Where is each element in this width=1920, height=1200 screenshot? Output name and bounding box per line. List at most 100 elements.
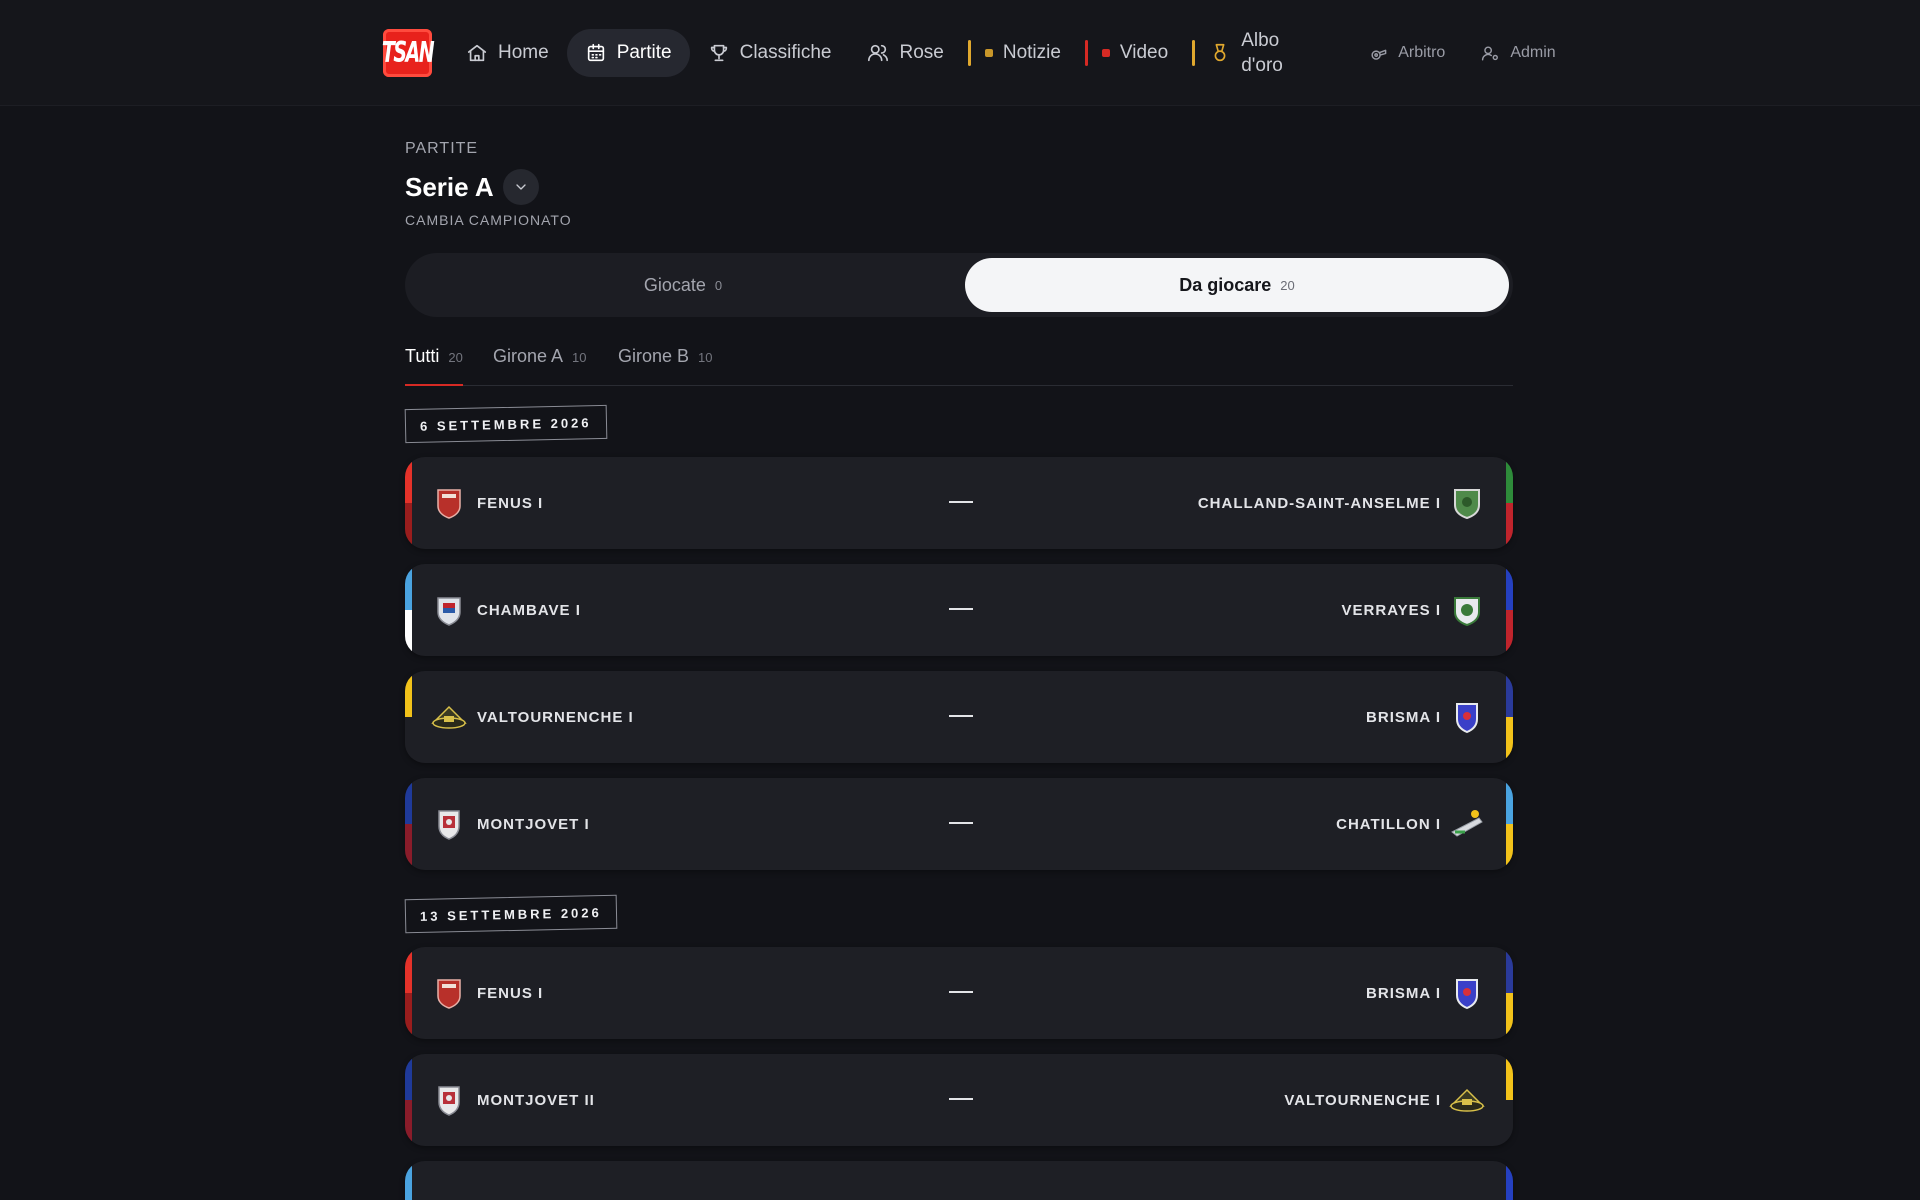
away-crest-icon bbox=[1449, 592, 1485, 628]
filter-tutti[interactable]: Tutti 20 bbox=[405, 346, 463, 386]
group-filter-tabs: Tutti 20 Girone A 10 Girone B 10 bbox=[405, 340, 1513, 386]
home-team-name: MONTJOVET I bbox=[477, 815, 590, 833]
away-team-name: BRISMA I bbox=[1366, 708, 1441, 726]
nav-inner: TSAN Home Partite Classifiche Rose Notiz… bbox=[381, 0, 1613, 106]
home-icon bbox=[467, 44, 487, 62]
filter-tutti-count: 20 bbox=[448, 350, 463, 365]
nav-video[interactable]: Video bbox=[1092, 29, 1186, 77]
home-crest-icon bbox=[431, 485, 467, 521]
users-icon bbox=[868, 44, 889, 62]
tab-giocate-count: 0 bbox=[714, 277, 723, 293]
away-team-name: VALTOURNENCHE I bbox=[1284, 1091, 1441, 1109]
home-team-name: CHAMBAVE I bbox=[477, 601, 581, 619]
filter-girone-a-label: Girone A bbox=[493, 346, 564, 366]
match-card[interactable] bbox=[405, 1161, 1513, 1200]
championship-dropdown-button[interactable] bbox=[503, 169, 539, 205]
nav-partite[interactable]: Partite bbox=[566, 29, 690, 77]
nav-albo[interactable]: Albo d'oro bbox=[1199, 23, 1311, 83]
nav-arbitro[interactable]: Arbitro bbox=[1351, 29, 1463, 77]
vs-dash bbox=[949, 608, 973, 610]
away-crest-icon bbox=[1449, 699, 1485, 735]
albo-separator bbox=[1192, 40, 1196, 66]
home-crest-icon bbox=[431, 699, 467, 735]
filter-tutti-label: Tutti bbox=[405, 346, 440, 366]
round-date-badge: 13 SETTEMBRE 2026 bbox=[404, 894, 618, 934]
filter-girone-b-count: 10 bbox=[698, 350, 713, 365]
home-color-stripe bbox=[405, 947, 412, 1039]
away-team-name: VERRAYES I bbox=[1341, 601, 1441, 619]
top-navbar: TSAN Home Partite Classifiche Rose Notiz… bbox=[0, 0, 1920, 106]
nav-partite-label: Partite bbox=[616, 42, 672, 63]
nav-home-label: Home bbox=[498, 42, 549, 63]
nav-admin-label: Admin bbox=[1510, 44, 1556, 61]
nav-classifiche[interactable]: Classifiche bbox=[690, 29, 850, 77]
video-icon bbox=[1101, 49, 1110, 57]
match-card[interactable]: MONTJOVET I CHATILLON I bbox=[405, 778, 1513, 870]
home-team-name: FENUS I bbox=[477, 494, 544, 512]
nav-classifiche-label: Classifiche bbox=[739, 42, 832, 63]
filter-girone-b[interactable]: Girone B 10 bbox=[618, 346, 713, 386]
medal-icon bbox=[1214, 43, 1226, 62]
match-card[interactable]: VALTOURNENCHE I BRISMA I bbox=[405, 671, 1513, 763]
tab-da-giocare-count: 20 bbox=[1280, 277, 1295, 293]
away-color-stripe bbox=[1506, 778, 1513, 870]
trophy-icon bbox=[710, 44, 727, 62]
calendar-icon bbox=[587, 43, 604, 62]
nav-notizie[interactable]: Notizie bbox=[975, 29, 1079, 77]
page-title: Serie A bbox=[405, 172, 494, 202]
away-color-stripe bbox=[1506, 457, 1513, 549]
nav-video-label: Video bbox=[1119, 42, 1169, 63]
away-color-stripe bbox=[1506, 564, 1513, 656]
nav-arbitro-label: Arbitro bbox=[1398, 44, 1446, 61]
filter-girone-a-count: 10 bbox=[572, 350, 587, 365]
logo[interactable]: TSAN bbox=[381, 29, 435, 77]
whistle-icon bbox=[1371, 49, 1387, 60]
home-crest-icon bbox=[431, 592, 467, 628]
home-crest-icon bbox=[431, 806, 467, 842]
away-color-stripe bbox=[1506, 1161, 1513, 1200]
home-color-stripe bbox=[405, 778, 412, 870]
away-team-name: BRISMA I bbox=[1366, 984, 1441, 1002]
nav-notizie-label: Notizie bbox=[1002, 42, 1061, 63]
logo-text: TSAN bbox=[381, 36, 435, 70]
chevron-down-icon bbox=[516, 184, 526, 190]
nav-home[interactable]: Home bbox=[448, 29, 567, 77]
vs-dash bbox=[949, 715, 973, 717]
away-color-stripe bbox=[1506, 671, 1513, 763]
news-icon bbox=[984, 49, 993, 57]
home-crest-icon bbox=[431, 1082, 467, 1118]
away-color-stripe bbox=[1506, 1054, 1513, 1146]
away-crest-icon bbox=[1449, 975, 1485, 1011]
home-crest-icon bbox=[431, 975, 467, 1011]
away-crest-icon bbox=[1449, 806, 1485, 842]
notizie-separator bbox=[967, 40, 971, 66]
change-championship-link[interactable]: CAMBIA CAMPIONATO bbox=[405, 212, 572, 228]
home-team-name: VALTOURNENCHE I bbox=[477, 708, 634, 726]
page-kicker: PARTITE bbox=[405, 140, 479, 157]
vs-dash bbox=[949, 991, 973, 993]
vs-dash bbox=[949, 501, 973, 503]
tab-da-giocare-label: Da giocare bbox=[1179, 274, 1272, 295]
round-date-badge: 6 SETTEMBRE 2026 bbox=[404, 404, 607, 444]
away-crest-icon bbox=[1449, 485, 1485, 521]
video-separator bbox=[1084, 40, 1088, 66]
vs-dash bbox=[949, 822, 973, 824]
tab-da-giocare[interactable]: Da giocare 20 bbox=[965, 258, 1509, 312]
vs-dash bbox=[949, 1098, 973, 1100]
filter-girone-a[interactable]: Girone A 10 bbox=[493, 346, 587, 386]
nav-rose[interactable]: Rose bbox=[849, 29, 961, 77]
away-team-name: CHALLAND-SAINT-ANSELME I bbox=[1197, 494, 1441, 512]
home-team-name: MONTJOVET II bbox=[477, 1091, 595, 1109]
away-crest-icon bbox=[1449, 1082, 1485, 1118]
nav-admin[interactable]: Admin bbox=[1463, 29, 1573, 77]
home-color-stripe bbox=[405, 1161, 412, 1200]
match-card[interactable]: CHAMBAVE I VERRAYES I bbox=[405, 564, 1513, 656]
tab-giocate-label: Giocate bbox=[643, 274, 706, 295]
home-color-stripe bbox=[405, 457, 412, 549]
match-card[interactable]: FENUS I BRISMA I bbox=[405, 947, 1513, 1039]
match-card[interactable]: MONTJOVET II VALTOURNENCHE I bbox=[405, 1054, 1513, 1146]
tab-giocate[interactable]: Giocate 0 bbox=[411, 258, 955, 312]
match-card[interactable]: FENUS I CHALLAND-SAINT-ANSELME I bbox=[405, 457, 1513, 549]
nav-rose-label: Rose bbox=[899, 42, 944, 63]
home-team-name: FENUS I bbox=[477, 984, 544, 1002]
